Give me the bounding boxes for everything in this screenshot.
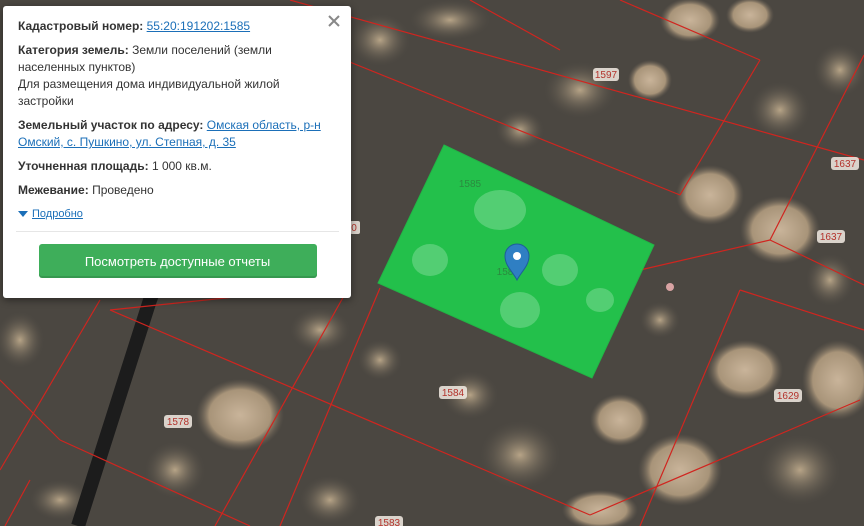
land-use-value: Для размещения дома индивидуальной жилой… <box>18 77 280 108</box>
svg-text:1584: 1584 <box>442 388 465 399</box>
close-icon[interactable] <box>323 10 345 32</box>
area-value: 1 000 кв.м. <box>151 159 212 173</box>
survey-value: Проведено <box>92 183 154 197</box>
land-category-row: Категория земель: Земли поселений (земли… <box>18 42 337 110</box>
survey-label: Межевание: <box>18 183 89 197</box>
survey-row: Межевание: Проведено <box>18 182 337 199</box>
address-label: Земельный участок по адресу: <box>18 118 204 132</box>
plot-label-1578: 1578 <box>164 415 192 428</box>
address-row: Земельный участок по адресу: Омская обла… <box>18 117 337 151</box>
cadastral-number-label: Кадастровый номер: <box>18 19 144 33</box>
parcel-info-popup: Кадастровый номер: 55:20:191202:1585 Кат… <box>3 6 351 298</box>
plot-label-edge: 0 <box>350 221 360 234</box>
details-link[interactable]: Подробно <box>32 208 83 220</box>
plot-label-1637-top: 1637 <box>831 157 859 170</box>
plot-label-1585: 1585 <box>459 179 482 190</box>
area-row: Уточненная площадь: 1 000 кв.м. <box>18 158 337 175</box>
area-label: Уточненная площадь: <box>18 159 149 173</box>
cadastral-number-row: Кадастровый номер: 55:20:191202:1585 <box>18 18 337 35</box>
svg-text:1629: 1629 <box>777 391 800 402</box>
plot-label-1584: 1584 <box>439 386 467 399</box>
svg-text:1637: 1637 <box>820 232 843 243</box>
details-toggle[interactable]: Подробно <box>18 208 83 220</box>
svg-text:1578: 1578 <box>167 417 190 428</box>
svg-text:1637: 1637 <box>834 159 857 170</box>
view-reports-button[interactable]: Посмотреть доступные отчеты <box>38 244 317 278</box>
svg-text:0: 0 <box>351 223 357 234</box>
svg-text:1585: 1585 <box>459 179 482 190</box>
plot-label-1597: 1597 <box>593 68 619 81</box>
svg-text:1597: 1597 <box>595 70 618 81</box>
plot-label-1629: 1629 <box>774 389 802 402</box>
cadastral-number-link[interactable]: 55:20:191202:1585 <box>147 19 250 33</box>
divider <box>16 231 339 232</box>
map-point[interactable] <box>666 283 674 291</box>
caret-down-icon <box>18 211 28 217</box>
plot-label-1637-bottom: 1637 <box>817 230 845 243</box>
svg-text:1583: 1583 <box>378 518 401 526</box>
plot-label-1583: 1583 <box>375 516 403 526</box>
land-category-label: Категория земель: <box>18 43 129 57</box>
